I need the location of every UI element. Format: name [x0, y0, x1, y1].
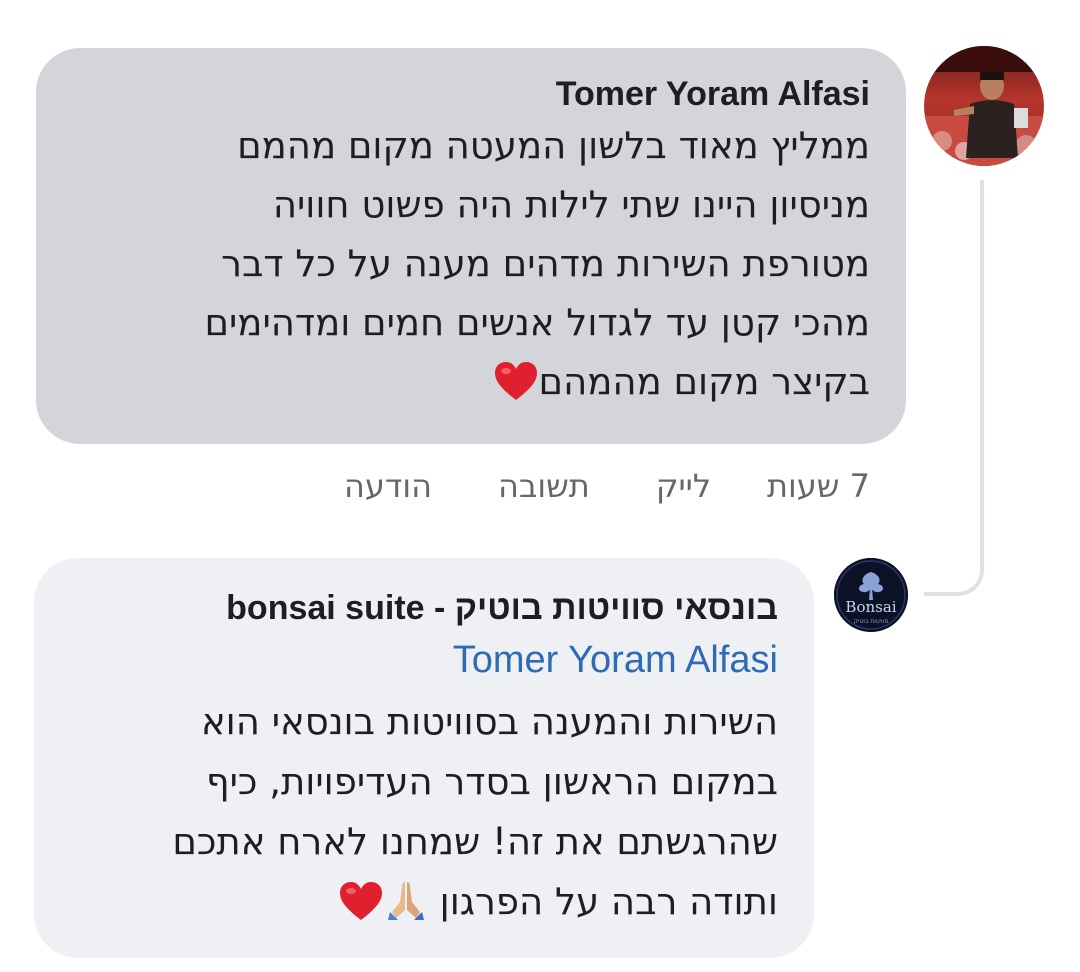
like-button[interactable]: לייק [656, 464, 711, 508]
red-heart-icon [493, 360, 539, 403]
reply-line: השירות והמענה בסוויטות בונסאי הוא [200, 700, 778, 743]
reply-bubble: בונסאי סוויטות בוטיק - bonsai suite Tome… [34, 558, 814, 958]
folded-hands-icon [384, 880, 428, 923]
comment-line: בקיצר מקום מהמהם [538, 360, 870, 403]
commenter-avatar[interactable] [924, 46, 1044, 166]
reply-line: ותודה רבה על הפרגון [439, 880, 778, 923]
comment-author-name[interactable]: Tomer Yoram Alfasi [66, 74, 870, 114]
comment-bubble: Tomer Yoram Alfasi ממליץ מאוד בלשון המעט… [36, 48, 906, 444]
comment-thread: Tomer Yoram Alfasi ממליץ מאוד בלשון המעט… [0, 0, 1080, 972]
commenter-photo [924, 46, 1044, 166]
reply-author-name[interactable]: בונסאי סוויטות בוטיק - bonsai suite [64, 588, 778, 628]
reply-line: שהרגשתם את זה! שמחנו לארח אתכם [172, 820, 778, 863]
comment-last-line: בקיצר מקום מהמהם [66, 352, 870, 411]
comment-line: מהכי קטן עד לגדול אנשים חמים ומדהימים [204, 301, 870, 344]
reply-mention-link[interactable]: Tomer Yoram Alfasi [64, 630, 778, 690]
logo-text: Bonsai [845, 598, 896, 616]
bonsai-logo: Bonsai סוויטות בוטיק [834, 558, 908, 632]
comment-text: ממליץ מאוד בלשון המעטה מקום מהמם מניסיון… [66, 116, 870, 411]
comment-timestamp[interactable]: 7 שעות [767, 464, 870, 508]
reply-text: השירות והמענה בסוויטות בונסאי הוא במקום … [64, 692, 778, 932]
thread-connector-line [924, 180, 984, 596]
message-button[interactable]: הודעה [344, 464, 432, 508]
reply-button[interactable]: תשובה [498, 464, 590, 508]
reply-line: במקום הראשון בסדר העדיפויות, כיף [205, 760, 778, 803]
comment-line: מניסיון היינו שתי לילות היה פשוט חוויה [272, 183, 870, 226]
comment-actions: 7 שעות לייק תשובה הודעה [344, 464, 870, 508]
reply-last-line: ותודה רבה על הפרגון [64, 872, 778, 932]
comment-line: ממליץ מאוד בלשון המעטה מקום מהמם [237, 124, 870, 167]
comment-line: מטורפת השירות מדהים מענה על כל דבר [221, 242, 870, 285]
page-avatar[interactable]: Bonsai סוויטות בוטיק [834, 558, 908, 632]
logo-subtext: סוויטות בוטיק [854, 618, 889, 625]
red-heart-icon [338, 880, 384, 923]
